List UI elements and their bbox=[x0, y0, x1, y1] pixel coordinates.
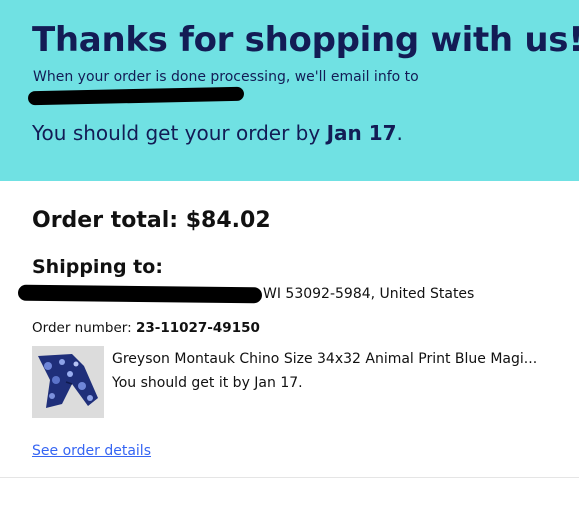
redacted-address bbox=[17, 284, 263, 304]
item-thumbnail[interactable] bbox=[32, 346, 104, 418]
order-number: Order number: 23-11027-49150 bbox=[32, 320, 260, 336]
order-total-value: $84.02 bbox=[185, 208, 271, 233]
order-total-label: Order total: bbox=[32, 208, 186, 233]
redacted-email bbox=[27, 86, 245, 106]
order-total: Order total: $84.02 bbox=[32, 208, 271, 233]
pants-icon bbox=[32, 346, 104, 418]
see-order-details-link[interactable]: See order details bbox=[32, 443, 151, 459]
eta-suffix: . bbox=[396, 121, 403, 145]
eta-date: Jan 17 bbox=[326, 121, 397, 145]
delivery-estimate: You should get your order by Jan 17. bbox=[32, 121, 403, 145]
eta-prefix: You should get your order by bbox=[32, 121, 327, 145]
item-delivery-estimate: You should get it by Jan 17. bbox=[112, 375, 303, 391]
item-title[interactable]: Greyson Montauk Chino Size 34x32 Animal … bbox=[112, 351, 537, 367]
page-title: Thanks for shopping with us! bbox=[32, 20, 579, 60]
shipping-address: WI 53092-5984, United States bbox=[263, 286, 475, 302]
order-number-value: 23-11027-49150 bbox=[135, 320, 260, 336]
order-number-label: Order number: bbox=[32, 320, 136, 336]
email-notice: When your order is done processing, we'l… bbox=[33, 69, 419, 85]
divider bbox=[0, 477, 579, 478]
shipping-heading: Shipping to: bbox=[32, 256, 163, 278]
confirmation-banner: Thanks for shopping with us! When your o… bbox=[0, 0, 579, 181]
